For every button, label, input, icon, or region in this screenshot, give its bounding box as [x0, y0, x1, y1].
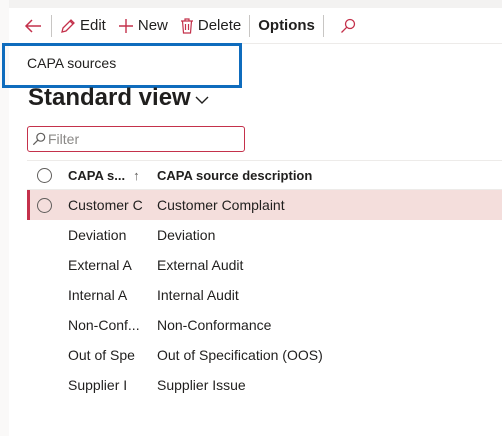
highlight-box — [2, 43, 242, 88]
filter-box[interactable] — [27, 126, 245, 152]
plus-icon — [118, 18, 133, 33]
cell-capa-source: Supplier I — [68, 377, 128, 393]
search-icon — [340, 18, 356, 33]
cell-description: Supplier Issue — [157, 377, 246, 393]
table-row[interactable]: Customer C Customer Complaint — [27, 190, 502, 220]
options-button[interactable]: Options — [252, 8, 321, 43]
toolbar-separator — [249, 14, 251, 37]
filter-input[interactable] — [48, 131, 228, 147]
table-row[interactable]: Non-Conf... Non-Conformance — [27, 310, 502, 340]
cell-capa-source: Out of Spe — [68, 347, 135, 363]
column-label: CAPA s... — [68, 167, 126, 183]
chevron-down-icon — [195, 96, 209, 104]
cell-capa-source: Deviation — [68, 227, 127, 243]
delete-button[interactable]: Delete — [174, 8, 247, 43]
table-row[interactable]: Internal A Internal Audit — [27, 280, 502, 310]
pencil-icon — [61, 18, 75, 33]
toolbar-separator — [51, 14, 52, 37]
edit-button[interactable]: Edit — [54, 8, 112, 43]
search-button[interactable] — [326, 8, 362, 43]
cell-description: Non-Conformance — [157, 317, 272, 333]
cell-description: Out of Specification (OOS) — [157, 347, 323, 363]
cell-description: External Audit — [157, 257, 244, 273]
search-icon — [32, 132, 46, 146]
table-row[interactable]: Out of Spe Out of Specification (OOS) — [27, 340, 502, 370]
options-label: Options — [258, 17, 315, 34]
delete-label: Delete — [197, 17, 242, 34]
select-all-radio[interactable] — [37, 167, 52, 183]
cell-capa-source: External A — [68, 257, 132, 273]
cell-capa-source: Customer C — [68, 197, 143, 213]
new-label: New — [137, 17, 168, 34]
grid-header: CAPA s... ↑ CAPA source description — [27, 160, 502, 190]
cell-capa-source: Non-Conf... — [68, 317, 140, 333]
table-row[interactable]: Supplier I Supplier Issue — [27, 370, 502, 400]
view-title: Standard view — [28, 84, 191, 111]
cell-description: Customer Complaint — [157, 197, 285, 213]
table-row[interactable]: Deviation Deviation — [27, 220, 502, 250]
cell-description: Internal Audit — [157, 287, 239, 303]
edit-label: Edit — [80, 17, 106, 34]
back-arrow-icon — [24, 18, 41, 33]
action-toolbar: Edit New Delete Options — [9, 8, 502, 44]
back-button[interactable] — [9, 8, 49, 43]
trash-icon — [180, 17, 193, 34]
column-header-description[interactable]: CAPA source description — [157, 168, 312, 183]
row-select-radio[interactable] — [37, 197, 52, 213]
new-button[interactable]: New — [112, 8, 174, 43]
cell-capa-source: Internal A — [68, 287, 128, 303]
table-row[interactable]: External A External Audit — [27, 250, 502, 280]
cell-description: Deviation — [157, 227, 216, 243]
view-selector[interactable]: Standard view — [28, 84, 209, 112]
toolbar-separator — [322, 14, 324, 37]
capa-sources-grid: CAPA s... ↑ CAPA source description Custo… — [27, 160, 502, 400]
column-header-capa-source[interactable]: CAPA s... ↑ — [68, 168, 140, 183]
sort-ascending-icon: ↑ — [133, 167, 140, 183]
